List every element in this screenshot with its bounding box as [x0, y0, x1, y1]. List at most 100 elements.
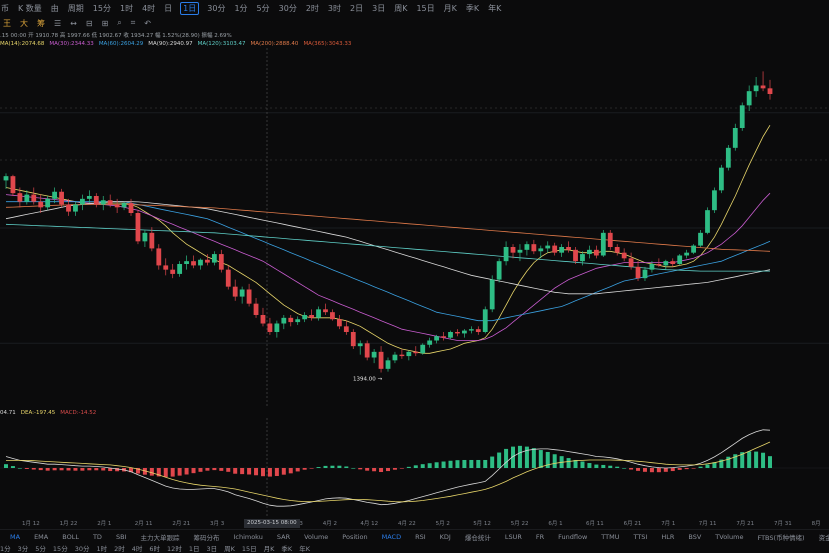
indicator-tab[interactable]: EMA	[34, 533, 48, 541]
timeframe-16[interactable]: 3日	[371, 3, 386, 14]
macd-histogram-bar	[517, 445, 522, 468]
timeframe-1[interactable]: K 数量	[17, 3, 43, 14]
bottom-timeframe-10[interactable]: 1日	[189, 543, 200, 553]
macd-histogram-bar	[288, 468, 293, 474]
bottom-timeframe-12[interactable]: 周K	[224, 543, 235, 553]
ma-line-MA(60)	[6, 201, 771, 322]
indicator-tab[interactable]: HLR	[661, 533, 674, 541]
bottom-timeframe-1[interactable]: 3分	[18, 543, 29, 553]
indicator-tab[interactable]: 主力大单跟踪	[140, 532, 179, 542]
ma-legend-item: MA(30):2344.33	[49, 40, 94, 47]
bottom-timeframe-5[interactable]: 1时	[96, 543, 107, 553]
timeframe-3[interactable]: 周期	[67, 3, 85, 14]
candle	[316, 306, 321, 321]
tool-8[interactable]: ⌗	[131, 18, 136, 28]
macd-histogram-bar	[413, 465, 418, 468]
timeframe-10[interactable]: 1分	[233, 3, 248, 14]
indicator-tab[interactable]: BSV	[688, 533, 701, 541]
bottom-timeframe-14[interactable]: 月K	[264, 543, 275, 553]
bottom-timeframe-4[interactable]: 30分	[75, 543, 90, 553]
indicator-tab[interactable]: 资金流向	[819, 532, 829, 542]
candle	[330, 309, 335, 321]
timeframe-6[interactable]: 4时	[141, 3, 156, 14]
timeframe-17[interactable]: 周K	[393, 3, 408, 14]
timeframe-12[interactable]: 30分	[278, 3, 298, 14]
bottom-timeframe-0[interactable]: 1分	[0, 543, 11, 553]
drawing-toolbar: 王大筹 ☰ ↔ ⊟ ⊞ ⌕ ⌗ ↶	[0, 16, 829, 30]
macd-histogram-bar	[747, 451, 752, 468]
candle	[739, 102, 745, 131]
indicator-tab[interactable]: Position	[342, 533, 367, 541]
bottom-timeframe-13[interactable]: 15日	[242, 543, 257, 553]
x-tick-label: 2月 1	[97, 521, 112, 527]
macd-histogram-bar	[365, 468, 370, 471]
indicator-tab[interactable]: MA	[10, 533, 20, 541]
macd-chart[interactable]	[0, 418, 829, 518]
bottom-timeframe-9[interactable]: 12时	[167, 543, 182, 553]
tool-0[interactable]: 王	[3, 18, 11, 29]
indicator-tab[interactable]: FTBS(币种情绪)	[757, 532, 804, 542]
timeframe-15[interactable]: 2日	[349, 3, 364, 14]
indicator-tab[interactable]: TVolume	[715, 533, 743, 541]
tool-3[interactable]: ☰	[54, 19, 61, 28]
timeframe-14[interactable]: 3时	[327, 3, 342, 14]
timeframe-0[interactable]: 币	[0, 3, 10, 14]
ma-legend-item: MA(365):3043.33	[303, 40, 352, 47]
timeframe-4[interactable]: 15分	[92, 3, 112, 14]
indicator-tab[interactable]: TTSI	[633, 533, 647, 541]
indicator-tab[interactable]: TTMU	[601, 533, 619, 541]
indicator-tab[interactable]: Fundflow	[558, 533, 587, 541]
timeframe-8[interactable]: 1日	[180, 1, 200, 15]
indicator-tab[interactable]: LSUR	[505, 533, 522, 541]
timeframe-21[interactable]: 年K	[487, 3, 502, 14]
timeframe-20[interactable]: 季K	[465, 3, 480, 14]
indicator-tab[interactable]: Ichimoku	[233, 533, 262, 541]
indicator-tab[interactable]: 筹码分布	[193, 532, 219, 542]
indicator-tab[interactable]: SAR	[277, 533, 290, 541]
indicator-tab[interactable]: MACD	[382, 533, 401, 541]
bottom-timeframe-2[interactable]: 5分	[35, 543, 46, 553]
tool-2[interactable]: 筹	[37, 18, 45, 29]
macd-histogram-bar	[302, 468, 307, 470]
candle	[191, 255, 196, 269]
candle	[441, 332, 446, 341]
bottom-timeframe-7[interactable]: 4时	[132, 543, 143, 553]
indicator-tab[interactable]: FR	[536, 533, 544, 541]
indicator-tab[interactable]: Volume	[304, 533, 328, 541]
candle	[73, 201, 78, 216]
bottom-timeframe-15[interactable]: 季K	[281, 543, 292, 553]
x-tick-label: 2月 21	[172, 521, 191, 527]
bottom-timeframe-3[interactable]: 15分	[53, 543, 68, 553]
candle	[336, 315, 342, 330]
timeframe-9[interactable]: 30分	[206, 3, 226, 14]
indicator-tab[interactable]: 爆仓统计	[465, 532, 491, 542]
tool-7[interactable]: ⌕	[117, 18, 121, 28]
timeframe-13[interactable]: 2时	[305, 3, 320, 14]
timeframe-2[interactable]: 由	[50, 3, 60, 14]
tool-4[interactable]: ↔	[70, 19, 77, 28]
candlestick-chart[interactable]: 1394.00 →	[0, 48, 829, 408]
indicator-tab[interactable]: TD	[93, 533, 102, 541]
indicator-tab[interactable]: KDJ	[440, 533, 451, 541]
tool-1[interactable]: 大	[20, 18, 28, 29]
tool-6[interactable]: ⊞	[102, 19, 109, 28]
macd-histogram-bar	[504, 448, 509, 468]
tool-9[interactable]: ↶	[144, 19, 151, 28]
bottom-timeframe-6[interactable]: 2时	[114, 543, 125, 553]
bottom-timeframe-16[interactable]: 年K	[299, 543, 310, 553]
timeframe-5[interactable]: 1时	[119, 3, 134, 14]
tool-5[interactable]: ⊟	[86, 19, 93, 28]
candle	[767, 79, 773, 100]
timeframe-7[interactable]: 日	[163, 3, 173, 14]
bottom-timeframe-8[interactable]: 6时	[149, 543, 160, 553]
candle	[267, 317, 273, 335]
timeframe-18[interactable]: 15日	[415, 3, 435, 14]
timeframe-19[interactable]: 月K	[443, 3, 458, 14]
timeframe-11[interactable]: 5分	[256, 3, 271, 14]
indicator-tab[interactable]: BOLL	[62, 533, 79, 541]
bottom-timeframe-11[interactable]: 3日	[206, 543, 217, 553]
candle	[517, 244, 523, 262]
macd-histogram-bar	[490, 456, 495, 468]
indicator-tab[interactable]: RSI	[415, 533, 426, 541]
indicator-tab[interactable]: SBI	[116, 533, 127, 541]
